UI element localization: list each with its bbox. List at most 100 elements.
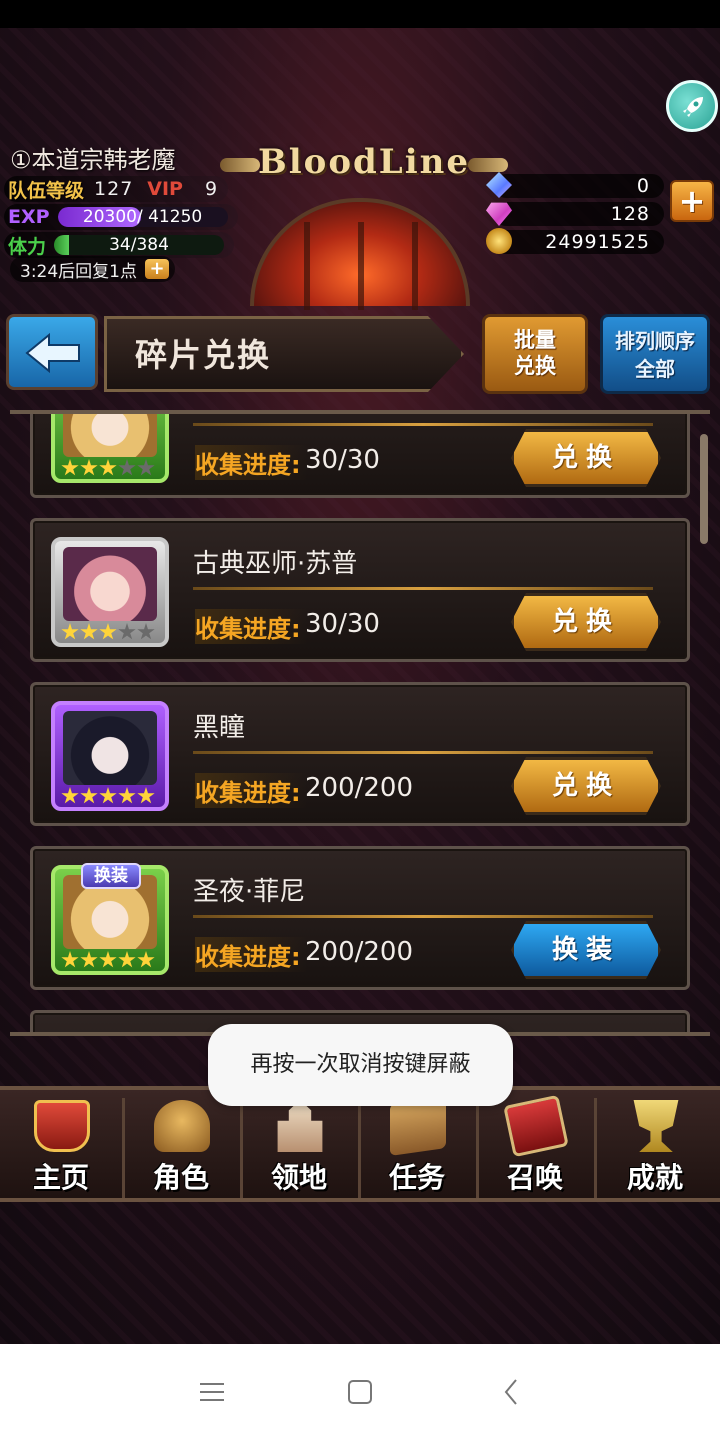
star-rating — [61, 787, 156, 805]
exp-text: 20300/ 41250 — [82, 207, 203, 227]
crystal-currency: 0 — [486, 172, 664, 198]
character-portrait — [63, 711, 157, 785]
add-stamina-button[interactable]: + — [145, 259, 169, 279]
star-icon — [80, 787, 98, 804]
window-bar — [358, 222, 364, 310]
window-bar — [304, 222, 310, 310]
exchange-button[interactable]: 兑换 — [511, 429, 661, 487]
fragment-list[interactable]: 收集进度: 30/30 兑换 古典巫师·苏普 收集进度: 30/30 兑换 黑瞳… — [10, 410, 710, 1036]
star-icon — [61, 459, 79, 476]
sort-order-value: 全部 — [635, 357, 675, 381]
player-name: ①本道宗韩老魔 — [10, 146, 176, 174]
team-level-row: 队伍等级 127 VIP 9 — [4, 176, 229, 202]
progress-value: 200/200 — [305, 773, 414, 803]
exp-row: EXP 20300/ 41250 — [4, 204, 238, 230]
gold-value: 24991525 — [545, 231, 650, 253]
divider — [193, 587, 653, 590]
character-name: 黑瞳 — [193, 713, 246, 743]
gold-coin-icon — [486, 228, 512, 254]
star-rating — [61, 459, 156, 477]
nav-divider — [358, 1098, 361, 1198]
character-portrait — [63, 414, 157, 457]
character-portrait — [63, 547, 157, 621]
add-currency-button[interactable]: + — [670, 180, 714, 222]
team-level-value: 127 — [94, 178, 134, 200]
progress-label: 收集进度: — [195, 445, 307, 480]
nav-home-label: 主页 — [32, 1161, 89, 1194]
rocket-button[interactable] — [666, 80, 718, 132]
divider — [193, 751, 653, 754]
nav-territory[interactable]: 领地 — [244, 1098, 354, 1198]
star-icon — [137, 459, 155, 476]
character-avatar[interactable] — [51, 537, 169, 647]
gem-currency: 128 — [486, 202, 664, 226]
stamina-bar: 34/384 — [54, 235, 225, 255]
recover-timer: 3:24后回复1点 — [20, 261, 137, 282]
star-icon — [61, 787, 79, 804]
list-scrollbar[interactable] — [700, 434, 708, 544]
progress-label: 收集进度: — [195, 937, 307, 972]
home-square-icon — [348, 1380, 372, 1404]
list-item: 黑瞳 收集进度: 200/200 兑换 — [30, 682, 690, 826]
star-icon — [80, 459, 98, 476]
toast-message: 再按一次取消按键屏蔽 — [208, 1024, 513, 1106]
star-rating — [61, 951, 156, 969]
gem-value: 128 — [610, 203, 650, 225]
star-icon — [61, 623, 79, 640]
costume-change-button[interactable]: 换装 — [511, 921, 661, 979]
nav-divider — [594, 1098, 597, 1198]
rocket-icon — [683, 97, 703, 117]
character-avatar[interactable] — [51, 414, 169, 483]
nav-character[interactable]: 角色 — [126, 1098, 236, 1198]
nav-divider — [122, 1098, 125, 1198]
star-icon — [118, 623, 136, 640]
batch-exchange-button[interactable]: 批量 兑换 — [482, 314, 588, 394]
menu-button[interactable] — [192, 1374, 232, 1410]
vip-label: VIP — [147, 178, 183, 200]
status-bar — [0, 0, 720, 28]
trophy-icon — [633, 1100, 679, 1152]
chevron-left-icon — [504, 1379, 517, 1405]
progress-label: 收集进度: — [195, 773, 307, 808]
nav-achievements[interactable]: 成就 — [600, 1098, 710, 1198]
nav-territory-label: 领地 — [270, 1161, 327, 1194]
nav-summon-label: 召唤 — [506, 1161, 563, 1194]
home-button[interactable] — [340, 1374, 380, 1410]
star-icon — [61, 951, 79, 968]
nav-summon[interactable]: 召唤 — [480, 1094, 590, 1198]
fragment-list-scroll: 收集进度: 30/30 兑换 古典巫师·苏普 收集进度: 30/30 兑换 黑瞳… — [10, 414, 710, 1032]
star-icon — [118, 951, 136, 968]
nav-home[interactable]: 主页 — [6, 1098, 116, 1198]
divider — [193, 423, 653, 426]
game-screen: ①本道宗韩老魔 队伍等级 127 VIP 9 EXP 20300/ 41250 … — [0, 28, 720, 1344]
star-icon — [137, 951, 155, 968]
back-button[interactable] — [6, 314, 98, 390]
character-avatar[interactable] — [51, 701, 169, 811]
page-title: 碎片兑换 — [135, 336, 272, 374]
stamina-recover-row: 3:24后回复1点 + — [10, 256, 175, 282]
divider — [193, 915, 653, 918]
title-plate: 碎片兑换 — [104, 316, 464, 392]
star-icon — [99, 459, 117, 476]
back-system-button[interactable] — [492, 1374, 532, 1410]
star-icon — [80, 951, 98, 968]
exchange-button[interactable]: 兑换 — [511, 593, 661, 651]
stamina-label: 体力 — [8, 235, 47, 258]
progress-value: 30/30 — [305, 445, 380, 475]
window-bar — [412, 222, 418, 310]
sort-order-label: 排列顺序 — [615, 329, 695, 353]
back-arrow-icon — [25, 333, 80, 373]
star-icon — [99, 787, 117, 804]
exp-bar: 20300/ 41250 — [57, 207, 228, 227]
star-icon — [80, 623, 98, 640]
nav-quests[interactable]: 任务 — [362, 1096, 472, 1198]
nav-divider — [240, 1098, 243, 1198]
exchange-button[interactable]: 兑换 — [511, 757, 661, 815]
star-icon — [99, 623, 117, 640]
stamina-text: 34/384 — [109, 235, 169, 255]
list-item: 古典巫师·苏普 收集进度: 30/30 兑换 — [30, 518, 690, 662]
character-avatar[interactable]: 换装 — [51, 863, 169, 975]
system-navigation-bar — [0, 1344, 720, 1440]
sort-order-button[interactable]: 排列顺序 全部 — [600, 314, 710, 394]
nav-divider — [476, 1098, 479, 1198]
